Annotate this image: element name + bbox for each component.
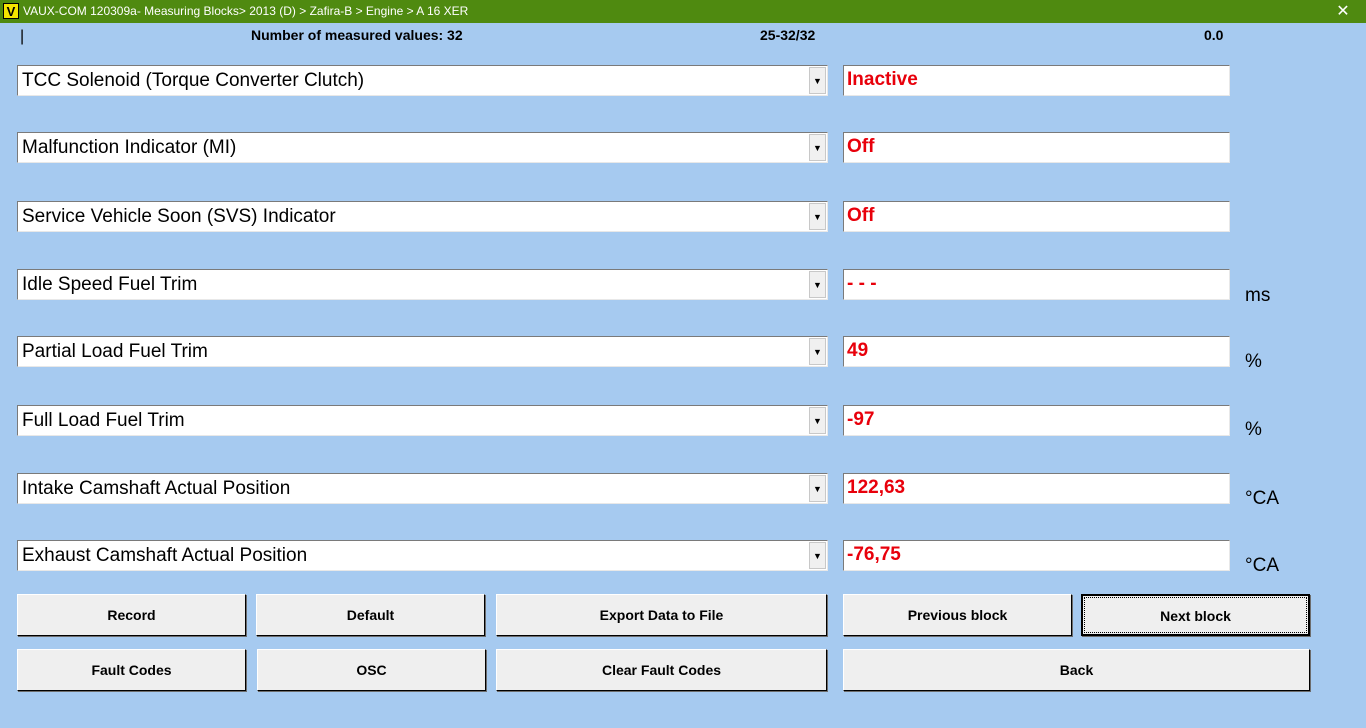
- measurement-label: Service Vehicle Soon (SVS) Indicator: [22, 206, 336, 227]
- measurement-unit-4: ms: [1245, 285, 1271, 306]
- default-button[interactable]: Default: [256, 594, 485, 636]
- measurement-label: Idle Speed Fuel Trim: [22, 274, 198, 295]
- chevron-down-icon[interactable]: ▼: [809, 67, 826, 94]
- measurement-label: TCC Solenoid (Torque Converter Clutch): [22, 70, 365, 91]
- measurement-select-1[interactable]: TCC Solenoid (Torque Converter Clutch) ▼: [17, 65, 828, 96]
- measurement-label: Partial Load Fuel Trim: [22, 341, 208, 362]
- measurement-value-5: 49: [843, 336, 1230, 367]
- app-logo-icon: V: [3, 3, 19, 19]
- measurement-value-4: - - -: [843, 269, 1230, 300]
- measurement-value-text: Off: [847, 205, 875, 226]
- chevron-down-icon[interactable]: ▼: [809, 271, 826, 298]
- title-bar: V VAUX-COM 120309a- Measuring Blocks> 20…: [0, 0, 1366, 23]
- measurement-value-text: Inactive: [847, 69, 918, 90]
- measurement-value-8: -76,75: [843, 540, 1230, 571]
- back-button[interactable]: Back: [843, 649, 1310, 691]
- measurement-value-text: -76,75: [847, 544, 901, 565]
- measurement-value-3: Off: [843, 201, 1230, 232]
- measurement-value-text: - - -: [847, 273, 877, 294]
- osc-button[interactable]: OSC: [257, 649, 486, 691]
- chevron-down-icon[interactable]: ▼: [809, 542, 826, 569]
- measured-values-count: Number of measured values: 32: [251, 27, 463, 43]
- close-button[interactable]: ✕: [1320, 0, 1366, 23]
- next-block-button[interactable]: Next block: [1081, 594, 1310, 636]
- window-title: VAUX-COM 120309a- Measuring Blocks> 2013…: [23, 4, 469, 18]
- measurement-select-2[interactable]: Malfunction Indicator (MI) ▼: [17, 132, 828, 163]
- export-data-button[interactable]: Export Data to File: [496, 594, 827, 636]
- measurement-value-7: 122,63: [843, 473, 1230, 504]
- measurement-select-7[interactable]: Intake Camshaft Actual Position ▼: [17, 473, 828, 504]
- chevron-down-icon[interactable]: ▼: [809, 134, 826, 161]
- measurement-select-8[interactable]: Exhaust Camshaft Actual Position ▼: [17, 540, 828, 571]
- measurement-label: Intake Camshaft Actual Position: [22, 478, 291, 499]
- measurement-value-6: -97: [843, 405, 1230, 436]
- measurement-label: Full Load Fuel Trim: [22, 410, 185, 431]
- previous-block-button[interactable]: Previous block: [843, 594, 1072, 636]
- chevron-down-icon[interactable]: ▼: [809, 475, 826, 502]
- text-cursor: |: [20, 28, 25, 45]
- clear-fault-codes-button[interactable]: Clear Fault Codes: [496, 649, 827, 691]
- block-range: 25-32/32: [760, 27, 816, 43]
- measurement-value-text: 122,63: [847, 477, 906, 498]
- chevron-down-icon[interactable]: ▼: [809, 203, 826, 230]
- measurement-value-text: Off: [847, 136, 875, 157]
- measurement-value-2: Off: [843, 132, 1230, 163]
- measurement-select-6[interactable]: Full Load Fuel Trim ▼: [17, 405, 828, 436]
- measurement-unit-5: %: [1245, 351, 1262, 372]
- measurement-value-text: 49: [847, 340, 869, 361]
- chevron-down-icon[interactable]: ▼: [809, 338, 826, 365]
- measurement-label: Malfunction Indicator (MI): [22, 137, 237, 158]
- measurement-select-3[interactable]: Service Vehicle Soon (SVS) Indicator ▼: [17, 201, 828, 232]
- chevron-down-icon[interactable]: ▼: [809, 407, 826, 434]
- status-value: 0.0: [1204, 27, 1224, 43]
- fault-codes-button[interactable]: Fault Codes: [17, 649, 246, 691]
- measurement-label: Exhaust Camshaft Actual Position: [22, 545, 308, 566]
- measurement-unit-7: °CA: [1245, 488, 1279, 509]
- measurement-select-5[interactable]: Partial Load Fuel Trim ▼: [17, 336, 828, 367]
- measurement-unit-8: °CA: [1245, 555, 1279, 576]
- measurement-value-1: Inactive: [843, 65, 1230, 96]
- measurement-select-4[interactable]: Idle Speed Fuel Trim ▼: [17, 269, 828, 300]
- record-button[interactable]: Record: [17, 594, 246, 636]
- measurement-value-text: -97: [847, 409, 875, 430]
- measurement-unit-6: %: [1245, 419, 1262, 440]
